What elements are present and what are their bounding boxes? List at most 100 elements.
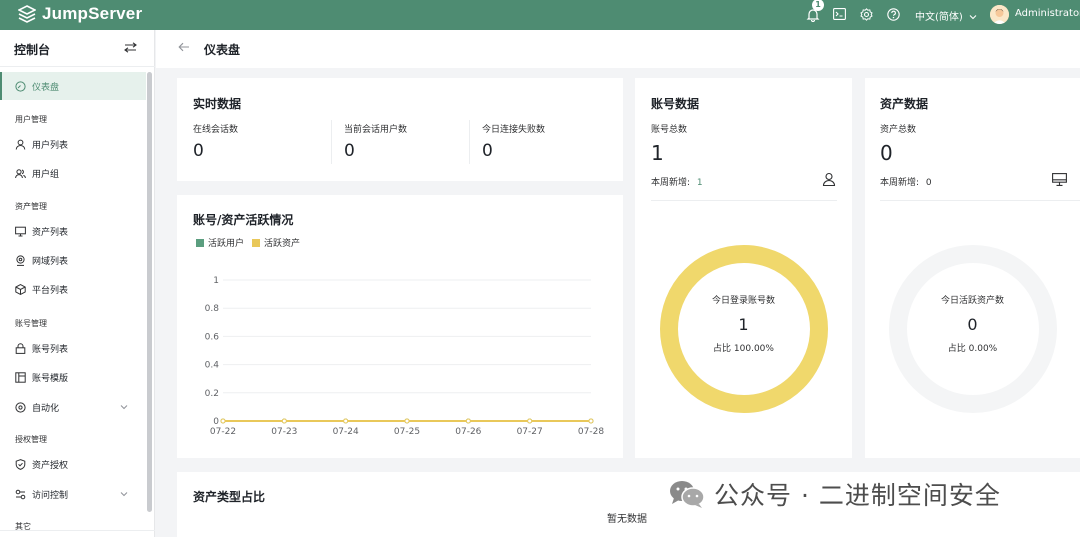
session-users-label: 当前会话用户数	[344, 125, 408, 135]
switch-view-icon[interactable]	[124, 42, 137, 53]
watermark: 公众号 · 二进制空间安全	[668, 476, 1001, 512]
lock-icon	[15, 342, 26, 354]
y-tick-label: 0.8	[205, 304, 220, 314]
page-title: 仪表盘	[204, 43, 241, 57]
account-ratio: 占比 100.00%	[713, 344, 774, 354]
sidebar-item-label: 账号模版	[32, 373, 69, 384]
breadcrumb: 仪表盘	[156, 30, 1080, 68]
online-sessions-value: 0	[193, 141, 204, 161]
account-weekly-value: 1	[696, 178, 703, 188]
username[interactable]: Administrator	[1015, 8, 1080, 19]
sidebar-item-platform-list[interactable]: 平台列表	[0, 275, 146, 303]
sidebar: 控制台 仪表盘 用户管理 用户列表 用户组 资产管理 资产列表 网域列表 平台列…	[0, 30, 155, 537]
sidebar-item-asset-list[interactable]: 资产列表	[0, 217, 146, 245]
sidebar-item-zone-list[interactable]: 网域列表	[0, 246, 146, 274]
data-point	[588, 418, 594, 424]
account-title: 账号数据	[651, 97, 700, 111]
sidebar-item-label: 资产授权	[32, 460, 69, 471]
monitor-icon	[15, 226, 26, 236]
x-tick-label: 07-24	[333, 427, 359, 437]
asset-weekly: 本周新增: 0	[880, 175, 932, 188]
sidebar-item-label: 平台列表	[32, 285, 69, 296]
sidebar-item-label: 用户列表	[32, 140, 69, 151]
sidebar-item-automation[interactable]: 自动化	[0, 393, 146, 421]
sidebar-scrollbar[interactable]	[147, 72, 152, 512]
x-tick-label: 07-26	[455, 427, 481, 437]
sidebar-item-user-groups[interactable]: 用户组	[0, 159, 146, 187]
chevron-down-icon	[120, 492, 128, 497]
asset-weekly-label: 本周新增:	[880, 178, 920, 188]
account-total-value: 1	[651, 141, 664, 165]
user-icon	[822, 172, 836, 186]
terminal-icon[interactable]	[833, 8, 846, 20]
sidebar-title: 控制台	[14, 43, 51, 57]
dashboard-icon	[15, 80, 26, 92]
stat-divider	[331, 120, 332, 164]
y-tick-label: 0.2	[205, 389, 219, 399]
x-tick-label: 07-27	[517, 427, 543, 437]
realtime-card: 实时数据 在线会话数 0 当前会话用户数 0 今日连接失败数 0	[177, 78, 623, 181]
template-icon	[15, 371, 26, 383]
card-divider	[651, 200, 837, 201]
location-icon	[16, 254, 25, 266]
chevron-down-icon	[120, 405, 128, 410]
sidebar-item-label: 用户组	[32, 169, 60, 180]
automation-icon	[15, 401, 26, 413]
y-tick-label: 0.4	[205, 361, 220, 371]
sidebar-footer-divider	[0, 530, 155, 531]
data-point	[527, 418, 533, 424]
data-point	[465, 418, 471, 424]
nav-group-asset-management: 资产管理	[15, 202, 47, 211]
sidebar-item-label: 账号列表	[32, 344, 69, 355]
asset-type-title: 资产类型占比	[193, 490, 266, 504]
asset-title: 资产数据	[880, 97, 929, 111]
x-tick-label: 07-25	[394, 427, 420, 437]
sidebar-item-label: 访问控制	[32, 490, 69, 501]
shield-icon	[15, 458, 26, 470]
session-users-value: 0	[344, 141, 355, 161]
top-bar: JumpServer 1 中文(简体) Administrator	[0, 0, 1080, 30]
language-label: 中文(简体)	[915, 12, 963, 23]
sidebar-item-access-control[interactable]: 访问控制	[0, 480, 146, 508]
monitor-icon	[1052, 173, 1067, 186]
asset-donut-label: 今日活跃资产数	[940, 296, 1004, 306]
y-tick-label: 0	[213, 417, 219, 427]
card-divider	[880, 200, 1080, 201]
sidebar-item-asset-permissions[interactable]: 资产授权	[0, 450, 146, 478]
nav-group-permission-management: 授权管理	[15, 435, 47, 444]
realtime-title: 实时数据	[193, 97, 242, 111]
logo[interactable]: JumpServer	[18, 4, 142, 24]
empty-state: 暂无数据	[607, 514, 647, 525]
sidebar-item-account-templates[interactable]: 账号模版	[0, 363, 146, 391]
help-icon[interactable]	[887, 8, 900, 21]
account-total-label: 账号总数	[651, 125, 688, 135]
online-sessions-label: 在线会话数	[193, 125, 239, 135]
cube-icon	[15, 283, 26, 295]
nav-group-user-management: 用户管理	[15, 115, 47, 124]
sidebar-item-user-list[interactable]: 用户列表	[0, 130, 146, 158]
failed-connections-label: 今日连接失败数	[482, 125, 546, 135]
chevron-down-icon	[969, 15, 977, 20]
account-donut-value: 1	[738, 315, 749, 334]
asset-donut-value: 0	[967, 315, 978, 334]
account-donut-label: 今日登录账号数	[711, 296, 775, 306]
settings-icon[interactable]	[860, 8, 873, 21]
sidebar-item-label: 资产列表	[32, 227, 69, 238]
wechat-icon	[670, 481, 705, 508]
account-card: 账号数据 账号总数 1 本周新增: 1 今日登录账号数 1 占比 100.00%	[635, 78, 852, 458]
app-name: JumpServer	[42, 4, 143, 23]
asset-total-value: 0	[880, 141, 893, 165]
sidebar-item-account-list[interactable]: 账号列表	[0, 334, 146, 362]
asset-total-label: 资产总数	[880, 125, 917, 135]
sidebar-item-label: 网域列表	[32, 256, 69, 267]
failed-connections-value: 0	[482, 141, 493, 161]
sidebar-item-dashboard[interactable]: 仪表盘	[0, 72, 146, 100]
x-tick-label: 07-28	[578, 427, 604, 437]
sidebar-item-label: 自动化	[32, 403, 60, 414]
activity-line-chart: 0 0.2 0.4 0.6 0.8 1 07-22 07-23 07-24 07-25 07-26 0…	[205, 276, 605, 437]
data-point	[220, 418, 226, 424]
avatar[interactable]	[990, 5, 1009, 24]
back-arrow-icon[interactable]	[178, 42, 190, 52]
language-selector[interactable]: 中文(简体)	[915, 8, 977, 23]
nav-group-account-management: 账号管理	[15, 319, 47, 328]
